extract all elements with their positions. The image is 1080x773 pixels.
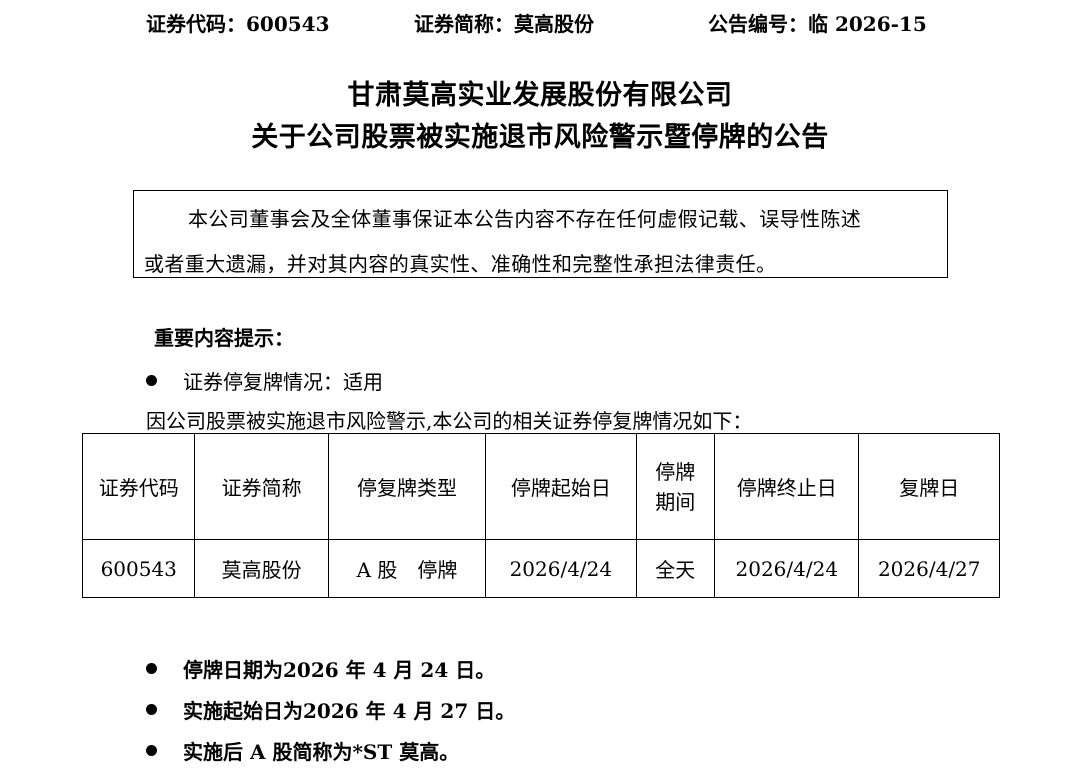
cell-resumption-date: 2026/4/27 (858, 539, 1000, 598)
company-title: 甘肃莫高实业发展股份有限公司 (347, 80, 733, 111)
bullet-new-short-name: 实施后 A 股简称为*ST 莫高。 (146, 736, 459, 765)
table-header-row: 证券代码 证券简称 停复牌类型 停牌起始日 停牌期间 停牌终止日 复牌日 (81, 433, 1000, 540)
bullet-suspension-status-text: 证券停复牌情况：适用 (183, 370, 383, 394)
bullet-suspension-status: 证券停复牌情况：适用 (146, 366, 383, 395)
cell-suspension-end-date: 2026/4/24 (714, 539, 860, 598)
header-notice-number: 公告编号：临 2026-15 (708, 12, 927, 36)
th-suspension-end-date: 停牌终止日 (714, 433, 860, 540)
header-security-short-name: 证券简称：莫高股份 (414, 12, 594, 36)
table-row: 600543 莫高股份 A 股 停牌 2026/4/24 全天 2026/4/2… (81, 539, 1000, 598)
th-suspension-start-date: 停牌起始日 (485, 433, 637, 540)
bullet-dot-icon (146, 375, 157, 386)
cell-security-short-name: 莫高股份 (194, 539, 329, 598)
cell-suspension-period: 全天 (635, 539, 716, 598)
th-security-code: 证券代码 (81, 433, 196, 540)
bullet-suspension-date-text: 停牌日期为2026 年 4 月 24 日。 (183, 658, 496, 682)
bullet-effective-date: 实施起始日为2026 年 4 月 27 日。 (146, 695, 515, 724)
th-suspension-type: 停复牌类型 (327, 433, 487, 540)
header-security-code: 证券代码：600543 (146, 12, 330, 36)
board-guarantee-line-1: 本公司董事会及全体董事保证本公告内容不存在任何虚假记载、误导性陈述 (188, 207, 862, 231)
board-guarantee-line-2: 或者重大遗漏，并对其内容的真实性、准确性和完整性承担法律责任。 (144, 252, 777, 276)
bullet-new-short-name-text: 实施后 A 股简称为*ST 莫高。 (183, 740, 460, 764)
th-suspension-period: 停牌期间 (635, 433, 716, 540)
cell-suspension-start-date: 2026/4/24 (485, 539, 637, 598)
th-security-short-name: 证券简称 (194, 433, 329, 540)
table-intro-text: 因公司股票被实施退市风险警示,本公司的相关证券停复牌情况如下： (146, 409, 753, 433)
th-suspension-period-text: 停牌期间 (655, 459, 696, 514)
cell-suspension-type: A 股 停牌 (327, 539, 487, 598)
bullet-dot-icon (146, 704, 157, 715)
announcement-title: 关于公司股票被实施退市风险警示暨停牌的公告 (251, 122, 829, 153)
announcement-document: 证券代码：600543 证券简称：莫高股份 公告编号：临 2026-15 甘肃莫… (0, 0, 1080, 773)
cell-security-code: 600543 (81, 539, 196, 598)
bullet-suspension-date: 停牌日期为2026 年 4 月 24 日。 (146, 654, 495, 683)
board-guarantee-box: 本公司董事会及全体董事保证本公告内容不存在任何虚假记载、误导性陈述 或者重大遗漏… (133, 190, 948, 278)
bullet-effective-date-text: 实施起始日为2026 年 4 月 27 日。 (183, 699, 516, 723)
bullet-dot-icon (146, 745, 157, 756)
key-points-heading: 重要内容提示： (154, 326, 294, 350)
bullet-dot-icon (146, 663, 157, 674)
suspension-table: 证券代码 证券简称 停复牌类型 停牌起始日 停牌期间 停牌终止日 复牌日 600… (81, 433, 1000, 598)
th-resumption-date: 复牌日 (858, 433, 1000, 540)
